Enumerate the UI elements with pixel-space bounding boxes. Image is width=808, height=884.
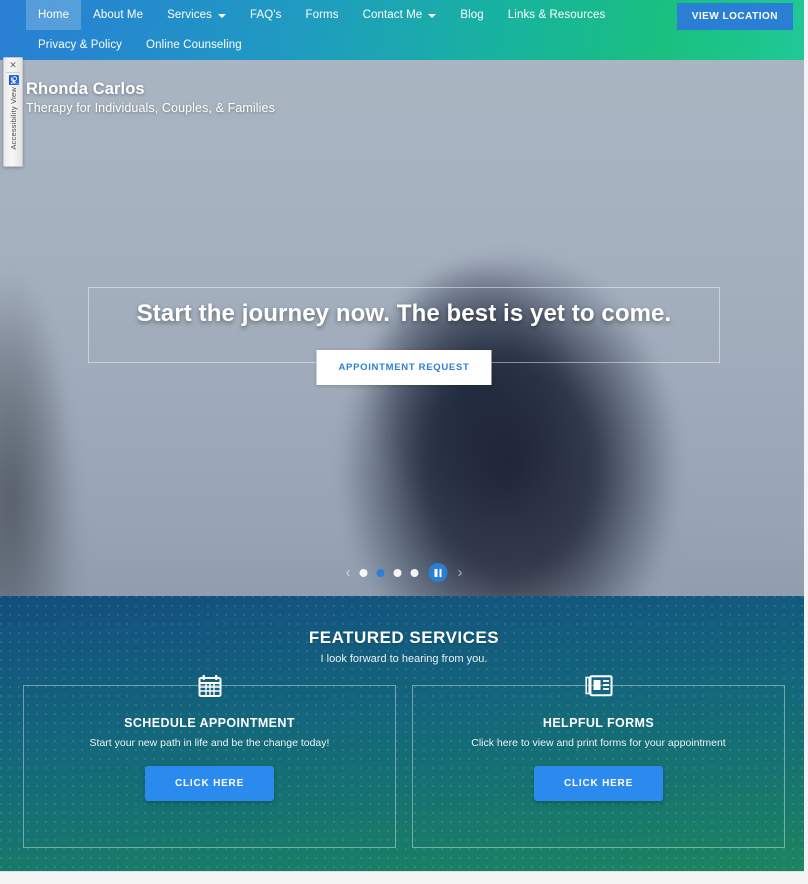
site-branding: Rhonda Carlos Therapy for Individuals, C… <box>26 80 275 115</box>
hero-slider: Rhonda Carlos Therapy for Individuals, C… <box>0 60 808 596</box>
nav-item-online-counseling[interactable]: Online Counseling <box>134 30 254 60</box>
nav-item-services[interactable]: Services <box>155 0 238 30</box>
nav-item-label: Home <box>38 9 70 21</box>
carousel-dot-4[interactable] <box>410 568 419 577</box>
carousel-pause-button[interactable] <box>428 563 448 582</box>
site-tagline: Therapy for Individuals, Couples, & Fami… <box>26 101 275 115</box>
secondary-nav: Privacy & Policy Online Counseling <box>0 30 808 60</box>
appointment-request-button[interactable]: APPOINTMENT REQUEST <box>316 350 492 385</box>
page-bottom-edge <box>0 871 808 884</box>
accessibility-view-label: Accessibility View <box>8 87 18 150</box>
page-right-edge <box>804 0 808 884</box>
nav-item-label: About Me <box>93 9 144 21</box>
schedule-appointment-click-here-button[interactable]: CLICK HERE <box>144 766 275 801</box>
service-card-schedule-appointment[interactable]: SCHEDULE APPOINTMENT Start your new path… <box>23 675 396 848</box>
nav-item-home[interactable]: Home <box>26 0 82 30</box>
carousel-next-icon[interactable]: › <box>458 565 463 580</box>
nav-item-label: Links & Resources <box>507 9 606 21</box>
nav-item-label: Blog <box>460 9 484 21</box>
nav-item-links-resources[interactable]: Links & Resources <box>496 0 618 30</box>
site-name: Rhonda Carlos <box>26 80 145 98</box>
chevron-down-icon <box>428 14 437 18</box>
nav-item-label: Services <box>167 9 213 21</box>
carousel-dot-3[interactable] <box>393 568 402 577</box>
nav-item-privacy-policy[interactable]: Privacy & Policy <box>26 30 134 60</box>
wheelchair-icon: ♿ <box>8 75 18 86</box>
carousel-dot-2[interactable] <box>376 568 385 577</box>
featured-services-subheading: I look forward to hearing from you. <box>320 653 488 665</box>
featured-services-heading: FEATURED SERVICES <box>308 628 500 647</box>
nav-item-faqs[interactable]: FAQ's <box>238 0 293 30</box>
view-location-button[interactable]: VIEW LOCATION <box>676 3 793 30</box>
service-card-description: Click here to view and print forms for y… <box>471 737 726 749</box>
nav-item-label: Privacy & Policy <box>38 39 123 51</box>
carousel-controls: ‹ › <box>346 563 463 582</box>
divider <box>6 72 20 73</box>
site-navbar: Home About Me Services FAQ's Forms Conta… <box>0 0 808 60</box>
nav-item-contact-me[interactable]: Contact Me <box>351 0 449 30</box>
hero-headline: Start the journey now. The best is yet t… <box>136 300 672 327</box>
featured-services-section: FEATURED SERVICES I look forward to hear… <box>0 596 808 872</box>
close-icon[interactable]: ✕ <box>9 60 17 70</box>
page-root: Home About Me Services FAQ's Forms Conta… <box>0 0 808 884</box>
carousel-prev-icon[interactable]: ‹ <box>346 565 351 580</box>
nav-item-label: Online Counseling <box>146 39 242 51</box>
services-card-grid: SCHEDULE APPOINTMENT Start your new path… <box>23 675 785 848</box>
nav-item-label: Forms <box>305 9 339 21</box>
newspaper-icon <box>576 669 622 703</box>
carousel-dot-1[interactable] <box>359 568 368 577</box>
helpful-forms-click-here-button[interactable]: CLICK HERE <box>533 766 664 801</box>
nav-item-blog[interactable]: Blog <box>448 0 495 30</box>
nav-item-label: FAQ's <box>250 9 282 21</box>
pause-icon-bar-left <box>434 568 437 577</box>
primary-nav: Home About Me Services FAQ's Forms Conta… <box>0 0 808 30</box>
chevron-down-icon <box>218 14 227 18</box>
nav-item-label: Contact Me <box>362 9 423 21</box>
service-card-description: Start your new path in life and be the c… <box>89 737 330 749</box>
pause-icon-bar-right <box>439 568 442 577</box>
service-card-helpful-forms[interactable]: HELPFUL FORMS Click here to view and pri… <box>412 675 785 848</box>
calendar-icon <box>187 669 233 703</box>
nav-item-forms[interactable]: Forms <box>293 0 350 30</box>
accessibility-view-widget[interactable]: ✕ ♿ Accessibility View <box>3 57 23 167</box>
nav-item-about-me[interactable]: About Me <box>81 0 155 30</box>
